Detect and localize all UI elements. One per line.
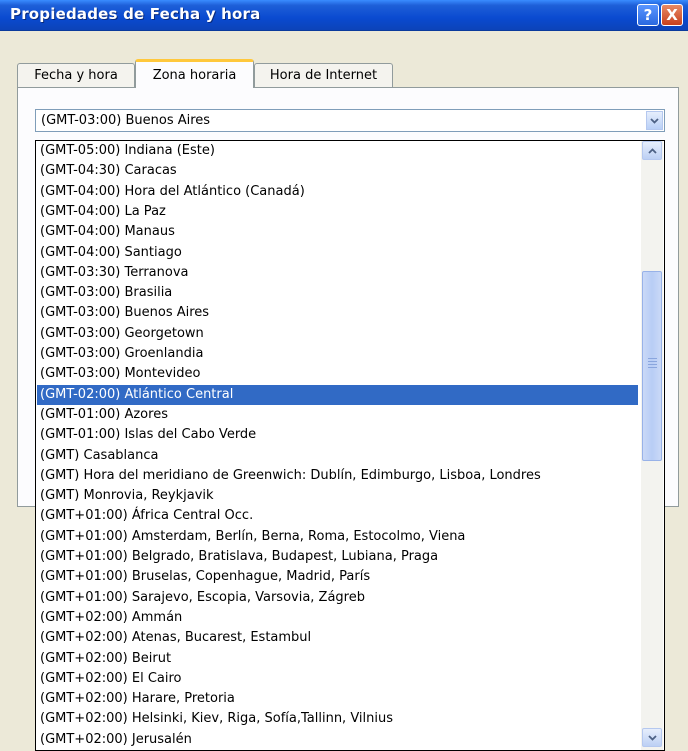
scroll-up-button[interactable] bbox=[642, 141, 662, 160]
timezone-option[interactable]: (GMT+02:00) Ammán bbox=[37, 608, 638, 628]
close-icon: X bbox=[666, 5, 678, 24]
timezone-option[interactable]: (GMT-03:00) Buenos Aires bbox=[37, 303, 638, 323]
timezone-option[interactable]: (GMT-02:00) Atlántico Central bbox=[37, 385, 638, 405]
chevron-up-icon bbox=[647, 147, 657, 154]
window-title: Propiedades de Fecha y hora bbox=[10, 5, 261, 23]
timezone-option[interactable]: (GMT-03:00) Groenlandia bbox=[37, 344, 638, 364]
title-bar[interactable]: Propiedades de Fecha y hora ? X bbox=[0, 0, 688, 31]
timezone-option[interactable]: (GMT+02:00) Jerusalén bbox=[37, 730, 638, 750]
tab-label: Hora de Internet bbox=[269, 68, 378, 83]
scrollbar-thumb[interactable] bbox=[642, 271, 662, 461]
thumb-grip bbox=[648, 364, 657, 365]
timezone-dropdown-list[interactable]: (GMT+02:00) Jerusalén (GMT+02:00) Helsink… bbox=[35, 140, 665, 751]
timezone-option[interactable]: (GMT-04:00) Hora del Atlántico (Canadá) bbox=[37, 182, 638, 202]
timezone-option[interactable]: (GMT+02:00) Beirut bbox=[37, 649, 638, 669]
timezone-option[interactable]: (GMT+02:00) Helsinki, Kiev, Riga, Sofía,… bbox=[37, 709, 638, 729]
help-button[interactable]: ? bbox=[637, 4, 659, 26]
thumb-grip bbox=[648, 358, 657, 359]
timezone-option[interactable]: (GMT+02:00) Harare, Pretoria bbox=[37, 689, 638, 709]
thumb-grip bbox=[648, 367, 657, 368]
timezone-option[interactable]: (GMT+01:00) Amsterdam, Berlín, Berna, Ro… bbox=[37, 527, 638, 547]
timezone-option[interactable]: (GMT-03:00) Montevideo bbox=[37, 364, 638, 384]
timezone-option[interactable]: (GMT-04:00) La Paz bbox=[37, 202, 638, 222]
close-button[interactable]: X bbox=[661, 4, 683, 26]
timezone-option[interactable]: (GMT-05:00) Indiana (Este) bbox=[37, 141, 638, 161]
timezone-option[interactable]: (GMT+01:00) África Central Occ. bbox=[37, 506, 638, 526]
timezone-option[interactable]: (GMT+02:00) El Cairo bbox=[37, 669, 638, 689]
timezone-option[interactable]: (GMT+01:00) Sarajevo, Escopia, Varsovia,… bbox=[37, 588, 638, 608]
tab-fecha-y-hora[interactable]: Fecha y hora bbox=[17, 63, 135, 87]
timezone-option[interactable]: (GMT-04:00) Manaus bbox=[37, 222, 638, 242]
timezone-option[interactable]: (GMT-01:00) Islas del Cabo Verde bbox=[37, 425, 638, 445]
timezone-option[interactable]: (GMT-03:00) Georgetown bbox=[37, 324, 638, 344]
timezone-selected-value: (GMT-03:00) Buenos Aires bbox=[41, 113, 211, 128]
timezone-option[interactable]: (GMT) Casablanca bbox=[37, 446, 638, 466]
timezone-option[interactable]: (GMT) Monrovia, Reykjavik bbox=[37, 486, 638, 506]
timezone-option[interactable]: (GMT) Hora del meridiano de Greenwich: D… bbox=[37, 466, 638, 486]
tab-label: Zona horaria bbox=[152, 67, 237, 83]
date-time-properties-dialog: Propiedades de Fecha y hora ? X Fecha y … bbox=[0, 0, 688, 751]
chevron-down-icon bbox=[650, 117, 659, 124]
thumb-grip bbox=[648, 361, 657, 362]
tab-hora-de-internet[interactable]: Hora de Internet bbox=[254, 63, 393, 87]
timezone-option[interactable]: (GMT-04:00) Santiago bbox=[37, 243, 638, 263]
timezone-option[interactable]: (GMT+01:00) Belgrado, Bratislava, Budape… bbox=[37, 547, 638, 567]
timezone-option[interactable]: (GMT+02:00) Atenas, Bucarest, Estambul bbox=[37, 628, 638, 648]
timezone-option[interactable]: (GMT-03:30) Terranova bbox=[37, 263, 638, 283]
chevron-down-icon bbox=[647, 734, 657, 741]
scroll-down-button[interactable] bbox=[642, 728, 662, 747]
help-icon: ? bbox=[643, 5, 653, 24]
timezone-option[interactable]: (GMT-04:30) Caracas bbox=[37, 161, 638, 181]
timezone-option[interactable]: (GMT-01:00) Azores bbox=[37, 405, 638, 425]
tab-zona-horaria[interactable]: Zona horaria bbox=[135, 59, 254, 88]
timezone-option[interactable]: (GMT+01:00) Bruselas, Copenhague, Madrid… bbox=[37, 567, 638, 587]
timezone-combobox[interactable]: (GMT-03:00) Buenos Aires bbox=[35, 109, 665, 132]
vertical-scrollbar[interactable] bbox=[641, 141, 663, 750]
dropdown-button[interactable] bbox=[646, 111, 663, 130]
timezone-option[interactable]: (GMT-03:00) Brasilia bbox=[37, 283, 638, 303]
tab-label: Fecha y hora bbox=[34, 68, 118, 83]
